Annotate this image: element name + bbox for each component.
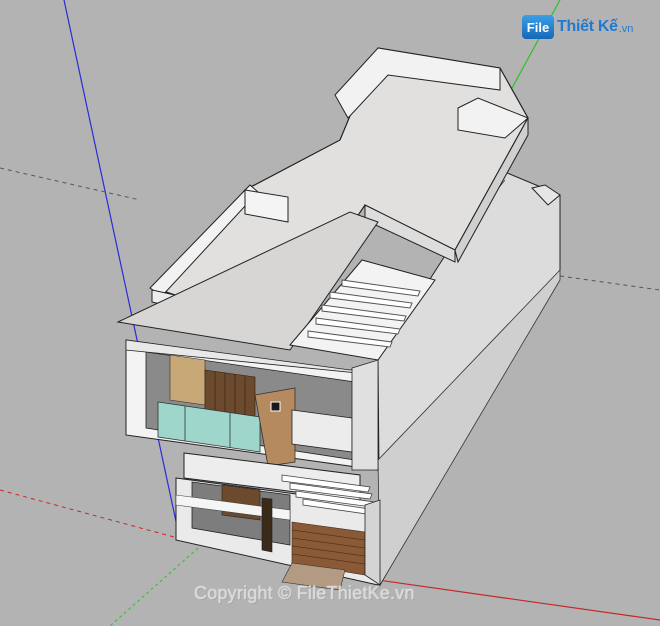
logo-icon: File [522,15,554,39]
wood-panel [169,354,206,406]
red-axis-dashed-left [0,167,141,201]
filethietke-logo: File Thiết Kế .vn [522,12,633,42]
model-viewport[interactable]: File Thiết Kế .vn Copyright © FileThietK… [0,0,660,626]
stone-column [254,387,296,467]
dark-column [261,497,273,553]
logo-text: Thiết Kế [557,18,618,35]
red-axis-line [377,579,660,621]
right-floor-wall [351,359,379,471]
red-axis-dashed-bottom [0,489,186,541]
wall-lamp [270,401,281,412]
3d-house-model[interactable] [0,0,660,626]
red-axis-dashed-right [559,275,660,291]
copyright-watermark: Copyright © FileThietKe.vn [194,583,415,603]
blue-axis-line [63,0,181,541]
logo-suffix: .vn [618,23,634,35]
green-axis-dashed [109,547,199,626]
ground-right-wall [364,499,381,586]
